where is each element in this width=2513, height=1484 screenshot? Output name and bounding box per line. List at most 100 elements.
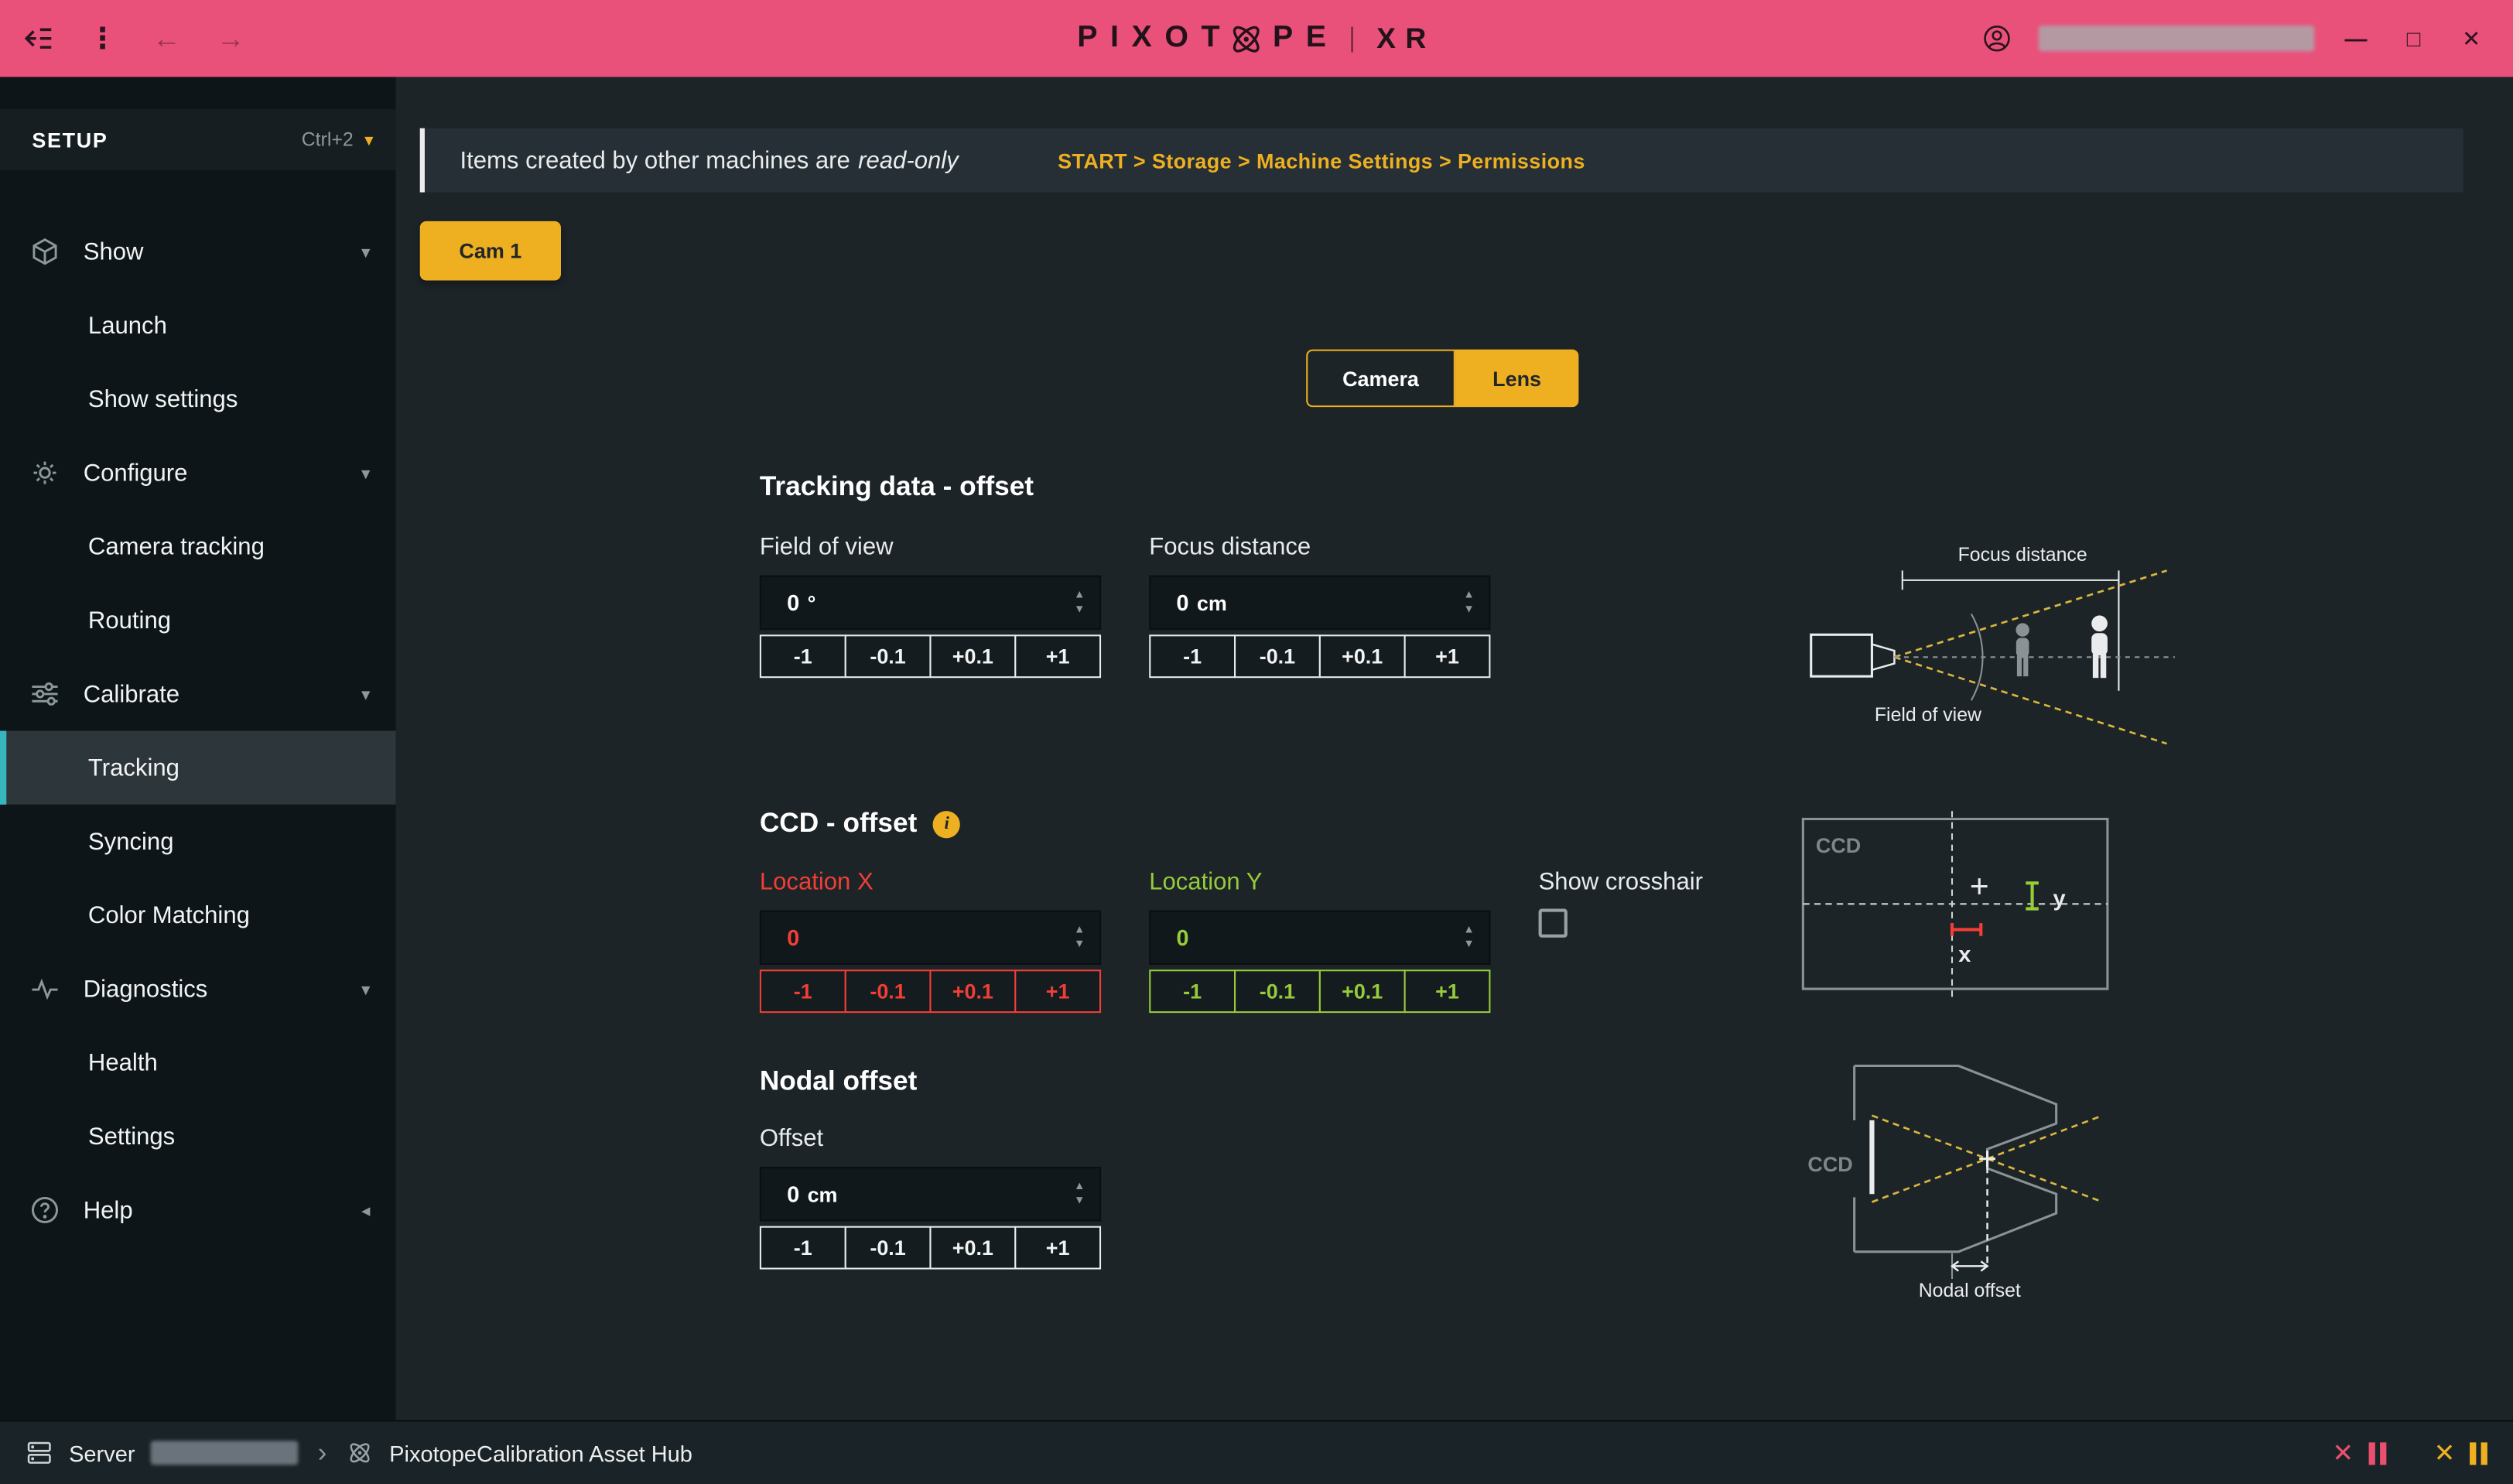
step-plus-01[interactable]: +0.1 [929, 969, 1016, 1013]
sidebar-item-color-matching[interactable]: Color Matching [0, 878, 396, 952]
nodal-offset-input[interactable]: 0 cm ▲ ▼ [760, 1167, 1101, 1221]
minimize-button[interactable]: — [2340, 26, 2371, 51]
close-button[interactable]: ✕ [2455, 25, 2487, 52]
step-plus-1[interactable]: +1 [1014, 1226, 1101, 1270]
notice-text: Items created by other machines are [460, 147, 850, 174]
stepper-arrows[interactable]: ▲ ▼ [1074, 1181, 1085, 1207]
step-plus-01[interactable]: +0.1 [1319, 969, 1406, 1013]
titlebar: ⋮ ← → PIXOT PE | XR [0, 0, 2513, 77]
asset-hub-label[interactable]: PixotopeCalibration Asset Hub [389, 1440, 692, 1465]
sidebar-item-show-settings[interactable]: Show settings [0, 362, 396, 436]
stepper-arrows[interactable]: ▲ ▼ [1463, 925, 1474, 950]
step-plus-1[interactable]: +1 [1404, 969, 1491, 1013]
location-y-label: Location Y [1149, 869, 1490, 898]
pause-icon-yellow[interactable] [2470, 1441, 2487, 1464]
stepper-arrows[interactable]: ▲ ▼ [1074, 925, 1085, 950]
sidebar-item-tracking[interactable]: Tracking [0, 731, 396, 805]
step-plus-01[interactable]: +0.1 [1319, 634, 1406, 678]
sidebar-item-label: Routing [88, 607, 171, 634]
nodal-offset-value: 0 [787, 1181, 799, 1207]
breadcrumb[interactable]: START > Storage > Machine Settings > Per… [1058, 149, 1585, 173]
sidebar-item-help[interactable]: Help ◂ [0, 1173, 396, 1246]
show-crosshair-checkbox[interactable] [1539, 909, 1568, 938]
back-arrow-icon[interactable]: ← [151, 22, 183, 56]
location-y-input[interactable]: 0 ▲ ▼ [1149, 911, 1490, 965]
tab-camera[interactable]: Camera [1306, 350, 1455, 408]
sidebar-item-show[interactable]: Show ▾ [0, 215, 396, 289]
maximize-button[interactable]: □ [2398, 26, 2429, 51]
step-minus-1[interactable]: -1 [760, 1226, 846, 1270]
ccd-offset-title: CCD - offset i [760, 808, 960, 839]
setup-header[interactable]: SETUP Ctrl+2 ▾ [0, 109, 396, 170]
step-minus-01[interactable]: -0.1 [1234, 969, 1321, 1013]
field-of-view-unit: ° [808, 590, 816, 614]
sidebar-item-label: Launch [88, 312, 167, 339]
section-title-text: Nodal offset [760, 1066, 917, 1098]
sidebar-item-camera-tracking[interactable]: Camera tracking [0, 510, 396, 583]
forward-arrow-icon[interactable]: → [215, 22, 247, 56]
sidebar-item-syncing[interactable]: Syncing [0, 805, 396, 878]
titlebar-right-controls: — □ ✕ [1981, 22, 2513, 54]
spin-down-icon[interactable]: ▼ [1074, 1195, 1085, 1207]
show-crosshair-label: Show crosshair [1539, 869, 1703, 896]
statusbar: Server › PixotopeCalibration Asset Hub ✕… [0, 1420, 2513, 1484]
spin-up-icon[interactable]: ▲ [1074, 590, 1085, 601]
step-minus-01[interactable]: -0.1 [845, 634, 932, 678]
step-minus-01[interactable]: -0.1 [845, 969, 932, 1013]
sidebar-item-settings[interactable]: Settings [0, 1099, 396, 1173]
spin-up-icon[interactable]: ▲ [1074, 1181, 1085, 1193]
location-x-input[interactable]: 0 ▲ ▼ [760, 911, 1101, 965]
collapse-sidebar-icon[interactable] [22, 22, 54, 54]
focus-distance-diagram-label: Focus distance [1958, 545, 2087, 566]
step-plus-01[interactable]: +0.1 [929, 634, 1016, 678]
spin-down-icon[interactable]: ▼ [1074, 604, 1085, 616]
step-plus-01[interactable]: +0.1 [929, 1226, 1016, 1270]
step-plus-1[interactable]: +1 [1404, 634, 1491, 678]
cam-1-tab[interactable]: Cam 1 [420, 221, 561, 281]
sidebar-item-label: Show settings [88, 385, 238, 412]
chevron-down-icon: ▾ [361, 463, 370, 484]
stop-icon-yellow[interactable]: ✕ [2434, 1437, 2456, 1469]
spin-down-icon[interactable]: ▼ [1463, 939, 1474, 951]
spin-up-icon[interactable]: ▲ [1463, 590, 1474, 601]
pause-icon-pink[interactable] [2368, 1441, 2386, 1464]
spin-down-icon[interactable]: ▼ [1463, 604, 1474, 616]
sidebar-item-launch[interactable]: Launch [0, 289, 396, 362]
section-title-text: CCD - offset [760, 808, 917, 839]
chevron-down-icon: ▾ [361, 979, 370, 1000]
step-minus-01[interactable]: -0.1 [845, 1226, 932, 1270]
setup-shortcut-group[interactable]: Ctrl+2 ▾ [302, 128, 374, 151]
location-y-group: Location Y 0 ▲ ▼ -1 -0.1 +0.1 +1 [1149, 869, 1490, 1013]
stop-icon-pink[interactable]: ✕ [2332, 1437, 2354, 1469]
sidebar-item-routing[interactable]: Routing [0, 583, 396, 657]
server-name-redacted [151, 1441, 299, 1465]
setup-label: SETUP [32, 128, 108, 152]
step-minus-1[interactable]: -1 [760, 634, 846, 678]
sidebar-item-calibrate[interactable]: Calibrate ▾ [0, 657, 396, 730]
step-minus-1[interactable]: -1 [1149, 634, 1236, 678]
sidebar-item-configure[interactable]: Configure ▾ [0, 436, 396, 509]
info-icon[interactable]: i [933, 810, 960, 837]
sidebar-item-health[interactable]: Health [0, 1026, 396, 1099]
tab-lens[interactable]: Lens [1455, 350, 1579, 408]
sidebar-item-label: Diagnostics [84, 975, 208, 1002]
stepper-arrows[interactable]: ▲ ▼ [1074, 590, 1085, 615]
spin-up-icon[interactable]: ▲ [1074, 925, 1085, 936]
sidebar-item-label: Color Matching [88, 901, 250, 928]
sidebar-item-diagnostics[interactable]: Diagnostics ▾ [0, 952, 396, 1025]
logo-divider: | [1349, 22, 1356, 54]
field-of-view-input[interactable]: 0 ° ▲ ▼ [760, 576, 1101, 630]
spin-down-icon[interactable]: ▼ [1074, 939, 1085, 951]
step-minus-01[interactable]: -0.1 [1234, 634, 1321, 678]
step-plus-1[interactable]: +1 [1014, 969, 1101, 1013]
spin-up-icon[interactable]: ▲ [1463, 925, 1474, 936]
user-account-icon[interactable] [1981, 22, 2012, 54]
kebab-menu-icon[interactable]: ⋮ [87, 22, 118, 54]
step-minus-1[interactable]: -1 [1149, 969, 1236, 1013]
stepper-arrows[interactable]: ▲ ▼ [1463, 590, 1474, 615]
nodal-offset-unit: cm [808, 1182, 838, 1206]
step-minus-1[interactable]: -1 [760, 969, 846, 1013]
sidebar-nav: Show ▾ Launch Show settings Configure ▾ [0, 215, 396, 1247]
step-plus-1[interactable]: +1 [1014, 634, 1101, 678]
focus-distance-input[interactable]: 0 cm ▲ ▼ [1149, 576, 1490, 630]
